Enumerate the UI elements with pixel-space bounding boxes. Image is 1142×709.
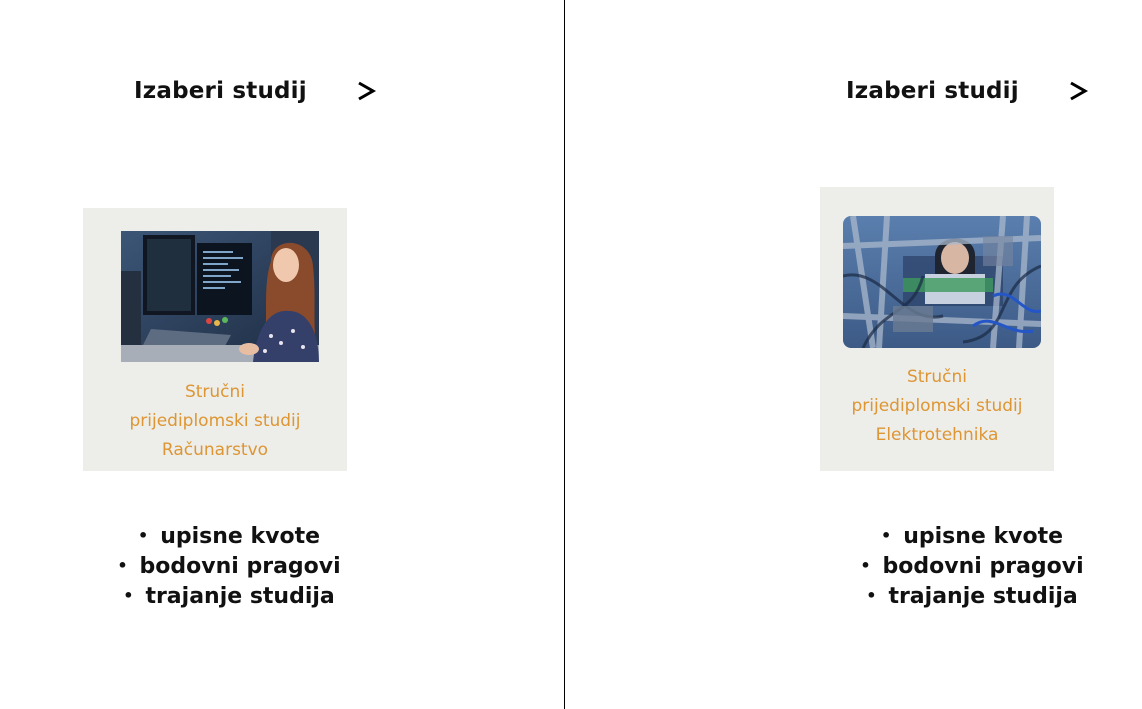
card-title-line: prijediplomski studij bbox=[851, 396, 1023, 416]
choose-study-label: Izaberi studij bbox=[846, 78, 1019, 104]
photo-electronics-lab-icon bbox=[843, 216, 1041, 348]
card-title-line: Računarstvo bbox=[161, 440, 269, 460]
study-card-racunarstvo[interactable]: Stručni prijediplomski studij Računarstv… bbox=[83, 208, 347, 471]
card-title-line: Stručni bbox=[184, 382, 246, 402]
choose-study-link-right[interactable]: Izaberi studij bbox=[846, 78, 1089, 104]
card-title-line: Elektrotehnika bbox=[875, 425, 999, 445]
chevron-right-icon bbox=[1070, 81, 1088, 101]
list-item: bodovni pragovi bbox=[833, 552, 1111, 582]
list-item: bodovni pragovi bbox=[90, 552, 368, 582]
choose-study-label: Izaberi studij bbox=[134, 78, 307, 104]
list-item: trajanje studija bbox=[90, 582, 368, 612]
chevron-right-icon bbox=[358, 81, 376, 101]
card-title-line: prijediplomski studij bbox=[129, 411, 301, 431]
study-card-title: Stručni prijediplomski studij Računarstv… bbox=[83, 378, 347, 465]
photo-computer-student-icon bbox=[121, 231, 319, 362]
list-item: trajanje studija bbox=[833, 582, 1111, 612]
study-card-elektrotehnika[interactable]: Stručni prijediplomski studij Elektroteh… bbox=[820, 187, 1054, 471]
card-title-line: Stručni bbox=[906, 367, 968, 387]
choose-study-link-left[interactable]: Izaberi studij bbox=[134, 78, 377, 104]
feature-list-left: upisne kvote bodovni pragovi trajanje st… bbox=[90, 522, 368, 612]
panel-divider bbox=[564, 0, 565, 709]
page: Izaberi studij Stručni prijediplomski st… bbox=[0, 0, 1142, 709]
study-card-title: Stručni prijediplomski studij Elektroteh… bbox=[820, 363, 1054, 450]
list-item: upisne kvote bbox=[90, 522, 368, 552]
feature-list-right: upisne kvote bodovni pragovi trajanje st… bbox=[833, 522, 1111, 612]
list-item: upisne kvote bbox=[833, 522, 1111, 552]
